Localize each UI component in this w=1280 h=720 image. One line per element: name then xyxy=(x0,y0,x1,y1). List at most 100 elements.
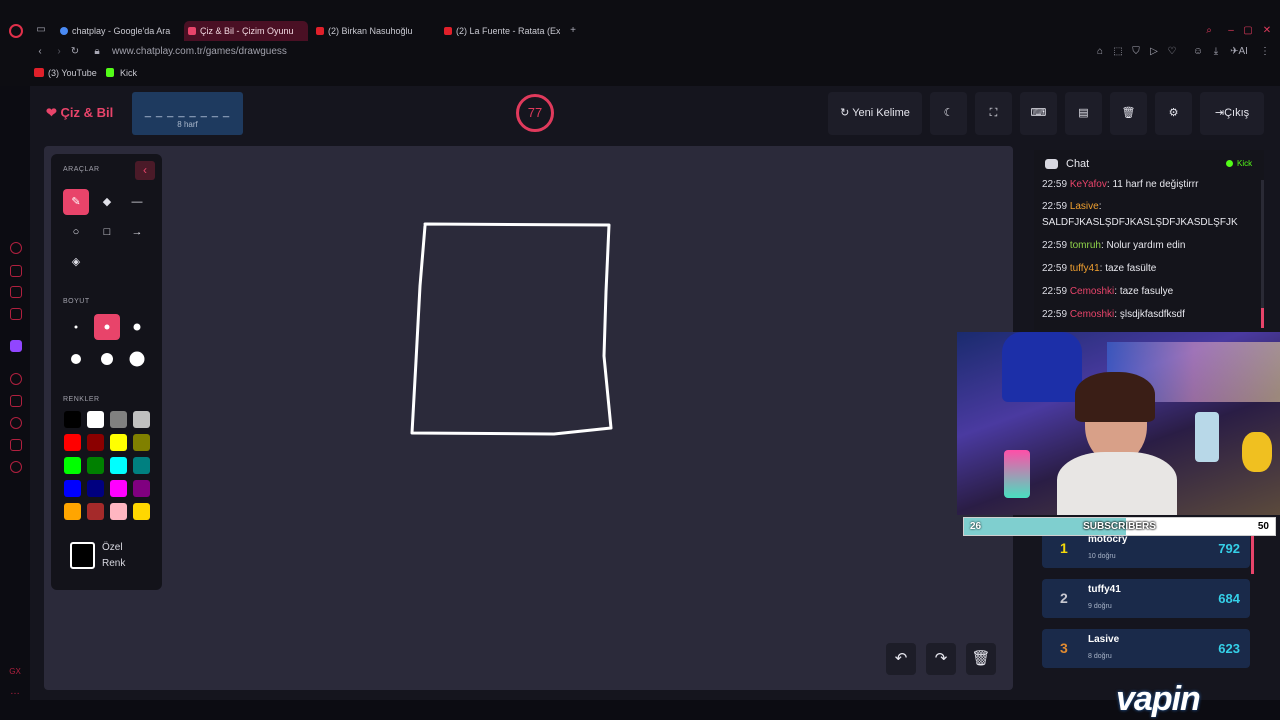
chat-scrollbar[interactable] xyxy=(1261,180,1264,328)
size-option-4[interactable] xyxy=(63,346,89,372)
more-icon[interactable]: … xyxy=(8,686,22,698)
eraser-tool[interactable]: ◆ xyxy=(94,189,120,215)
brush-tool[interactable]: ✎ xyxy=(63,189,89,215)
color-swatch[interactable] xyxy=(110,480,127,497)
color-swatch[interactable] xyxy=(110,434,127,451)
message-username[interactable]: tomruh xyxy=(1070,240,1101,251)
message-username[interactable]: KeYafov xyxy=(1070,179,1107,190)
color-swatch[interactable] xyxy=(87,480,104,497)
rectangle-tool[interactable]: □ xyxy=(94,219,120,245)
bookmark-youtube[interactable]: (3) YouTube xyxy=(34,68,97,78)
color-swatch[interactable] xyxy=(110,411,127,428)
settings-icon[interactable] xyxy=(10,461,22,473)
color-swatch[interactable] xyxy=(64,503,81,520)
undo-button[interactable]: ↶ xyxy=(886,643,916,675)
line-tool[interactable]: — xyxy=(124,189,150,215)
tab-ciz-bil[interactable]: Çiz & Bil - Çizim Oyunu xyxy=(184,21,308,41)
tab-google-search[interactable]: chatplay - Google'da Ara xyxy=(56,21,180,41)
message-text: 11 harf ne değiştirrr xyxy=(1112,179,1199,190)
gx-icon[interactable]: GX xyxy=(8,666,22,678)
custom-color-swatch[interactable] xyxy=(70,542,95,569)
color-swatch[interactable] xyxy=(87,411,104,428)
back-icon[interactable]: ‹ xyxy=(33,46,47,58)
exit-button[interactable]: ⇥Çıkış xyxy=(1200,92,1264,135)
download-icon[interactable]: ⤓ xyxy=(1209,46,1223,58)
redo-button[interactable]: ↷ xyxy=(926,643,956,675)
size-option-6[interactable] xyxy=(124,346,150,372)
clear-canvas-button[interactable]: 🗑︎ xyxy=(966,643,996,675)
color-swatch[interactable] xyxy=(110,457,127,474)
heart-icon[interactable]: ♡ xyxy=(1165,46,1179,58)
color-swatch[interactable] xyxy=(64,457,81,474)
shield-icon[interactable]: ⛉ xyxy=(1129,46,1143,58)
keyboard-button[interactable]: ⌨ xyxy=(1020,92,1057,135)
maximize-icon[interactable]: ▢ xyxy=(1241,25,1255,37)
color-swatch[interactable] xyxy=(110,503,127,520)
collapse-panel-button[interactable]: ‹ xyxy=(135,161,155,180)
size-option-1[interactable] xyxy=(63,314,89,340)
player-icon[interactable] xyxy=(10,373,22,385)
ai-icon[interactable]: ✈AI xyxy=(1226,46,1252,58)
color-swatch[interactable] xyxy=(133,457,150,474)
custom-color-label[interactable]: Özel Renk xyxy=(102,540,142,572)
chat-message: 22:59 Lasive: SALDFJKASLŞDFJKASLŞDFJKASD… xyxy=(1042,201,1238,228)
reload-icon[interactable]: ↻ xyxy=(68,46,82,58)
color-swatch[interactable] xyxy=(87,503,104,520)
chat-scroll-thumb[interactable] xyxy=(1261,308,1264,328)
message-username[interactable]: tuffy41 xyxy=(1070,263,1100,274)
circle-tool[interactable]: ○ xyxy=(63,219,89,245)
extensions-icon[interactable] xyxy=(10,439,22,451)
twitch-icon[interactable] xyxy=(10,340,22,352)
streamer-hair xyxy=(1075,372,1155,422)
tab-overview-icon[interactable]: ▭ xyxy=(34,24,48,36)
color-swatch[interactable] xyxy=(133,480,150,497)
pinboard-icon[interactable] xyxy=(10,395,22,407)
size-option-5[interactable] xyxy=(94,346,120,372)
theme-toggle-button[interactable]: ☾ xyxy=(930,92,967,135)
aria-icon[interactable] xyxy=(10,242,22,254)
drawing-svg[interactable] xyxy=(44,146,1013,690)
menu-icon[interactable]: ⋮ xyxy=(1258,46,1272,58)
size-option-3[interactable] xyxy=(124,314,150,340)
bookmark-kick[interactable]: Kick xyxy=(106,68,137,78)
bag-icon[interactable] xyxy=(10,265,22,277)
new-tab-icon[interactable]: + xyxy=(566,25,580,37)
clear-button[interactable]: 🗑︎ xyxy=(1110,92,1147,135)
tab-la-fuente[interactable]: (2) La Fuente - Ratata (Ex xyxy=(440,21,560,41)
color-swatch[interactable] xyxy=(64,434,81,451)
message-username[interactable]: Cemoshki xyxy=(1070,286,1114,297)
message-username[interactable]: Lasive xyxy=(1070,201,1099,212)
search-icon[interactable]: ⌕ xyxy=(1202,25,1216,37)
size-option-2[interactable] xyxy=(94,314,120,340)
color-swatch[interactable] xyxy=(133,434,150,451)
settings-button[interactable]: ⚙ xyxy=(1155,92,1192,135)
screenshot-icon[interactable]: ⬚ xyxy=(1111,46,1125,58)
color-swatch[interactable] xyxy=(133,503,150,520)
opera-logo-icon[interactable] xyxy=(9,24,23,38)
tab-birkan[interactable]: (2) Birkan Nasuhoğlu xyxy=(312,21,436,41)
new-word-button[interactable]: ↻ Yeni Kelime xyxy=(828,92,922,135)
color-swatch[interactable] xyxy=(87,457,104,474)
close-icon[interactable]: ✕ xyxy=(1260,25,1274,37)
play-icon[interactable]: ▷ xyxy=(1147,46,1161,58)
message-time: 22:59 xyxy=(1042,309,1068,320)
messenger-icon[interactable] xyxy=(10,286,22,298)
fullscreen-button[interactable]: ⛶ xyxy=(975,92,1012,135)
pin-icon[interactable]: ⌂ xyxy=(1093,46,1107,58)
message-username[interactable]: Cemoshki xyxy=(1070,309,1114,320)
color-swatch[interactable] xyxy=(64,411,81,428)
minimize-icon[interactable]: – xyxy=(1224,25,1238,37)
color-swatch[interactable] xyxy=(87,434,104,451)
mail-icon[interactable] xyxy=(10,308,22,320)
archive-button[interactable]: ▤ xyxy=(1065,92,1102,135)
history-icon[interactable] xyxy=(10,417,22,429)
forward-icon[interactable]: › xyxy=(52,46,66,58)
arrow-tool[interactable]: → xyxy=(124,219,150,245)
drawing-canvas[interactable] xyxy=(44,146,1013,690)
address-bar[interactable]: www.chatplay.com.tr/games/drawguess xyxy=(112,46,287,57)
fill-tool[interactable]: ◈ xyxy=(63,249,89,275)
account-icon[interactable]: ☺ xyxy=(1191,46,1205,58)
color-swatch[interactable] xyxy=(64,480,81,497)
color-swatch[interactable] xyxy=(133,411,150,428)
message-time: 22:59 xyxy=(1042,179,1068,190)
